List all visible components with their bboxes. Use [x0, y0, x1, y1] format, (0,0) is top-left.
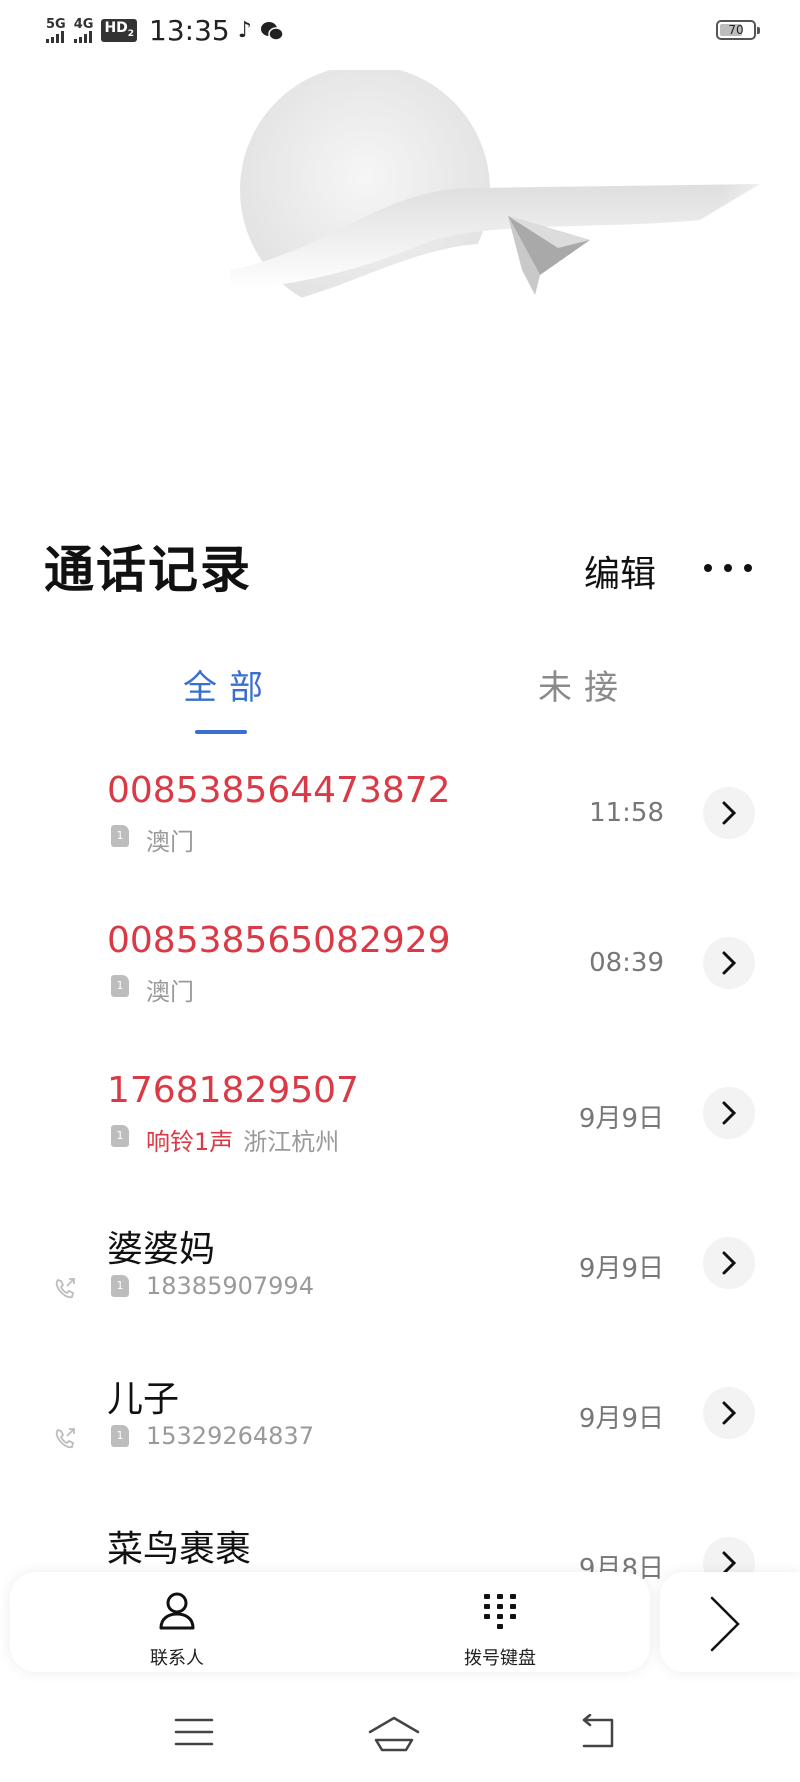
call-detail-button[interactable] [703, 1387, 755, 1439]
cellular-signal-icon: 4G [73, 16, 94, 43]
sim-card-icon: 1 [111, 1275, 129, 1297]
network-type-label: 4G [73, 16, 94, 32]
cellular-signal-icon: 5G [46, 16, 66, 43]
contact-name: 儿子 [107, 1379, 180, 1420]
outgoing-call-icon [55, 1428, 75, 1449]
dialpad-label: 拨号键盘 [464, 1648, 536, 1669]
hd-voice-icon: HD2 [101, 18, 138, 43]
dialpad-icon [484, 1594, 516, 1629]
expand-button[interactable] [660, 1572, 800, 1672]
chevron-right-icon [722, 1401, 737, 1425]
network-type-label: 5G [46, 16, 66, 32]
sim-card-icon: 1 [111, 1425, 129, 1447]
contact-name: 婆婆妈 [107, 1229, 216, 1270]
more-options-icon[interactable] [704, 548, 752, 588]
bottom-dock: 联系人 拨号键盘 [10, 1572, 650, 1672]
ring-count: 响铃1声 [146, 1128, 234, 1156]
call-location: 浙江杭州 [243, 1128, 340, 1156]
call-log-row[interactable]: 008538564473872 1 澳门 11:58 [0, 760, 800, 912]
contact-name: 菜鸟裹裹 [107, 1529, 252, 1570]
call-log-row[interactable]: 婆婆妈 1 18385907994 9月9日 [0, 1210, 800, 1362]
contact-number: 15329264837 [146, 1422, 314, 1450]
tiktok-icon: ♪ [237, 18, 252, 43]
active-tab-indicator [195, 730, 247, 734]
menu-icon[interactable] [174, 1714, 214, 1750]
call-time: 9月9日 [578, 1254, 664, 1284]
home-icon[interactable] [366, 1714, 422, 1754]
status-time: 13:35 [149, 14, 230, 47]
battery-level: 70 [728, 23, 744, 37]
call-time: 9月9日 [578, 1404, 664, 1434]
edit-button[interactable]: 编辑 [584, 545, 656, 597]
call-time: 9月9日 [578, 1104, 664, 1134]
dialpad-button[interactable]: 拨号键盘 [440, 1588, 560, 1670]
tab-all[interactable]: 全部 [183, 660, 275, 709]
call-detail-button[interactable] [703, 1237, 755, 1289]
call-log-row[interactable]: 17681829507 1 响铃1声 浙江杭州 9月9日 [0, 1060, 800, 1212]
call-detail-button[interactable] [703, 937, 755, 989]
battery-icon: 70 [716, 20, 760, 40]
outgoing-call-icon [55, 1278, 75, 1299]
call-log-row[interactable]: 008538565082929 1 澳门 08:39 [0, 910, 800, 1062]
call-location: 澳门 [146, 978, 194, 1006]
sim-card-icon: 1 [111, 975, 129, 997]
chevron-right-icon [722, 951, 737, 975]
call-detail-button[interactable] [703, 787, 755, 839]
chevron-right-icon [710, 1596, 740, 1652]
tab-missed[interactable]: 未接 [538, 660, 630, 709]
chevron-right-icon [722, 801, 737, 825]
sim-card-icon: 1 [111, 1125, 129, 1147]
page-title: 通话记录 [44, 541, 252, 599]
person-icon [159, 1592, 195, 1630]
wechat-icon [260, 21, 284, 41]
chevron-right-icon [722, 1101, 737, 1125]
chevron-right-icon [722, 1251, 737, 1275]
system-navigation-bar [0, 1696, 800, 1782]
paper-plane-illustration [0, 70, 800, 370]
caller-number: 008538564473872 [107, 770, 451, 811]
sim-card-icon: 1 [111, 825, 129, 847]
status-left: 5G 4G HD2 13:35 ♪ [46, 14, 284, 47]
contacts-label: 联系人 [150, 1648, 204, 1669]
contacts-button[interactable]: 联系人 [117, 1588, 237, 1670]
status-bar: 5G 4G HD2 13:35 ♪ 70 [0, 0, 800, 64]
call-log-row[interactable]: 儿子 1 15329264837 9月9日 [0, 1360, 800, 1512]
call-detail-button[interactable] [703, 1087, 755, 1139]
caller-number: 008538565082929 [107, 920, 451, 961]
call-location-line: 响铃1声 浙江杭州 [146, 1122, 339, 1157]
back-icon[interactable] [576, 1714, 618, 1752]
contact-number: 18385907994 [146, 1272, 314, 1300]
caller-number: 17681829507 [107, 1070, 359, 1111]
call-location: 澳门 [146, 828, 194, 856]
call-time: 11:58 [589, 798, 664, 828]
call-time: 08:39 [589, 948, 664, 978]
